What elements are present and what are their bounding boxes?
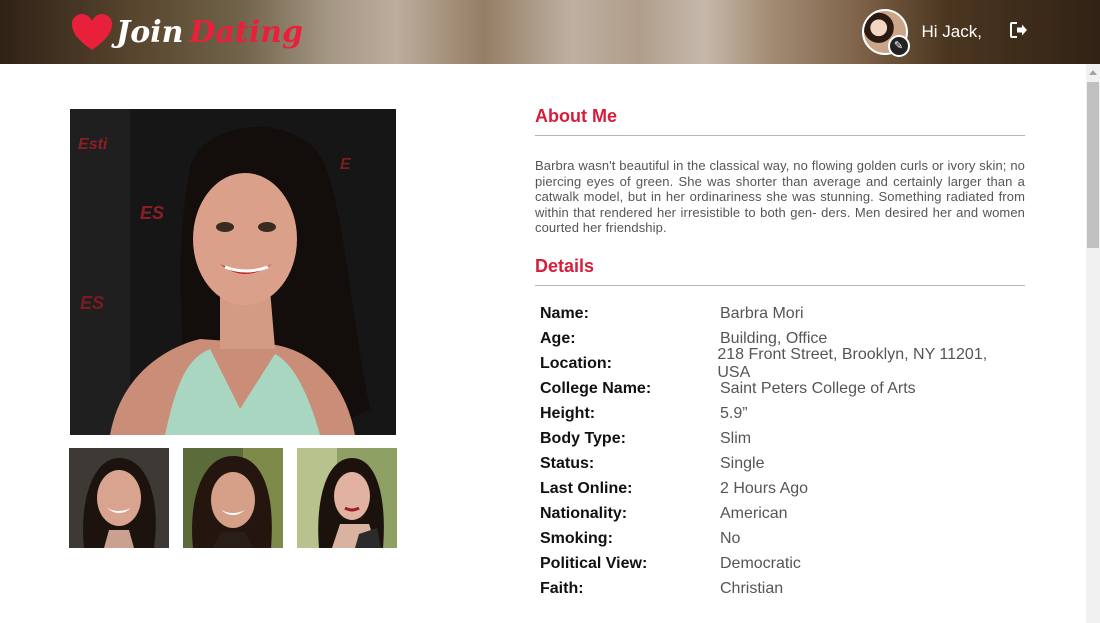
about-me-text: Barbra wasn't beautiful in the classical… [535,158,1025,236]
heart-icon [72,14,112,50]
detail-label: Faith: [540,579,584,597]
detail-label: Location: [540,354,612,372]
avatar[interactable]: ✎ [861,9,910,57]
detail-row-political-view: Political View: Democratic [540,551,1020,576]
detail-label: Age: [540,329,576,347]
detail-row-body-type: Body Type: Slim [540,426,1020,451]
profile-main-photo[interactable]: Esti ES ES E [70,109,396,435]
detail-row-name: Name: Barbra Mori [540,301,1020,326]
detail-row-location: Location: 218 Front Street, Brooklyn, NY… [540,346,1020,381]
detail-label: Nationality: [540,504,628,522]
detail-row-last-online: Last Online: 2 Hours Ago [540,476,1020,501]
detail-row-status: Status: Single [540,451,1020,476]
scrollbar-thumb[interactable] [1087,82,1099,248]
detail-label: College Name: [540,379,652,397]
logo-dating-text: Dating [189,14,303,50]
pencil-icon[interactable]: ✎ [887,35,910,57]
thumbnail-image [183,448,283,548]
detail-value: Slim [720,429,752,447]
profile-thumbnail-1[interactable] [69,448,169,548]
detail-row-nationality: Nationality: American [540,501,1020,526]
detail-label: Last Online: [540,479,633,497]
logo-join-text: Join [116,14,184,50]
detail-label: Status: [540,454,595,472]
about-divider [535,135,1025,136]
svg-text:Esti: Esti [78,136,108,153]
detail-value: No [720,529,741,547]
details-list: Name: Barbra Mori Age: Building, Office … [540,301,1020,601]
detail-label: Body Type: [540,429,626,447]
detail-value: 2 Hours Ago [720,479,809,497]
detail-value: Democratic [720,554,801,572]
detail-label: Name: [540,304,589,322]
detail-label: Height: [540,404,596,422]
detail-row-faith: Faith: Christian [540,576,1020,601]
about-me-title: About Me [535,106,617,126]
svg-text:ES: ES [140,203,164,223]
profile-photo-image: Esti ES ES E [70,109,396,435]
svg-text:ES: ES [80,293,104,313]
scroll-up-arrow-icon[interactable] [1089,70,1097,75]
user-menu: ✎ Hi Jack, [861,8,1100,57]
detail-value: American [720,504,788,522]
scrollbar[interactable] [1086,64,1100,623]
detail-value: 218 Front Street, Brooklyn, NY 11201, US… [717,345,988,381]
logout-icon[interactable] [1010,21,1028,43]
greeting-text: Hi Jack, [921,22,982,41]
svg-text:E: E [340,156,352,173]
details-title: Details [535,256,595,276]
detail-value: Saint Peters College of Arts [720,379,916,397]
profile-thumbnail-2[interactable] [183,448,283,548]
detail-value: 5.9” [720,404,748,422]
thumbnail-image [297,448,397,548]
profile-thumbnail-3[interactable] [297,448,397,548]
detail-row-smoking: Smoking: No [540,526,1020,551]
detail-row-height: Height: 5.9” [540,401,1020,426]
detail-value: Single [720,454,765,472]
site-logo[interactable]: Join Dating [70,10,303,54]
detail-value: Barbra Mori [720,304,804,322]
detail-label: Smoking: [540,529,613,547]
detail-value: Christian [720,579,784,597]
thumbnail-image [69,448,169,548]
details-divider [535,285,1025,286]
detail-label: Political View: [540,554,648,572]
